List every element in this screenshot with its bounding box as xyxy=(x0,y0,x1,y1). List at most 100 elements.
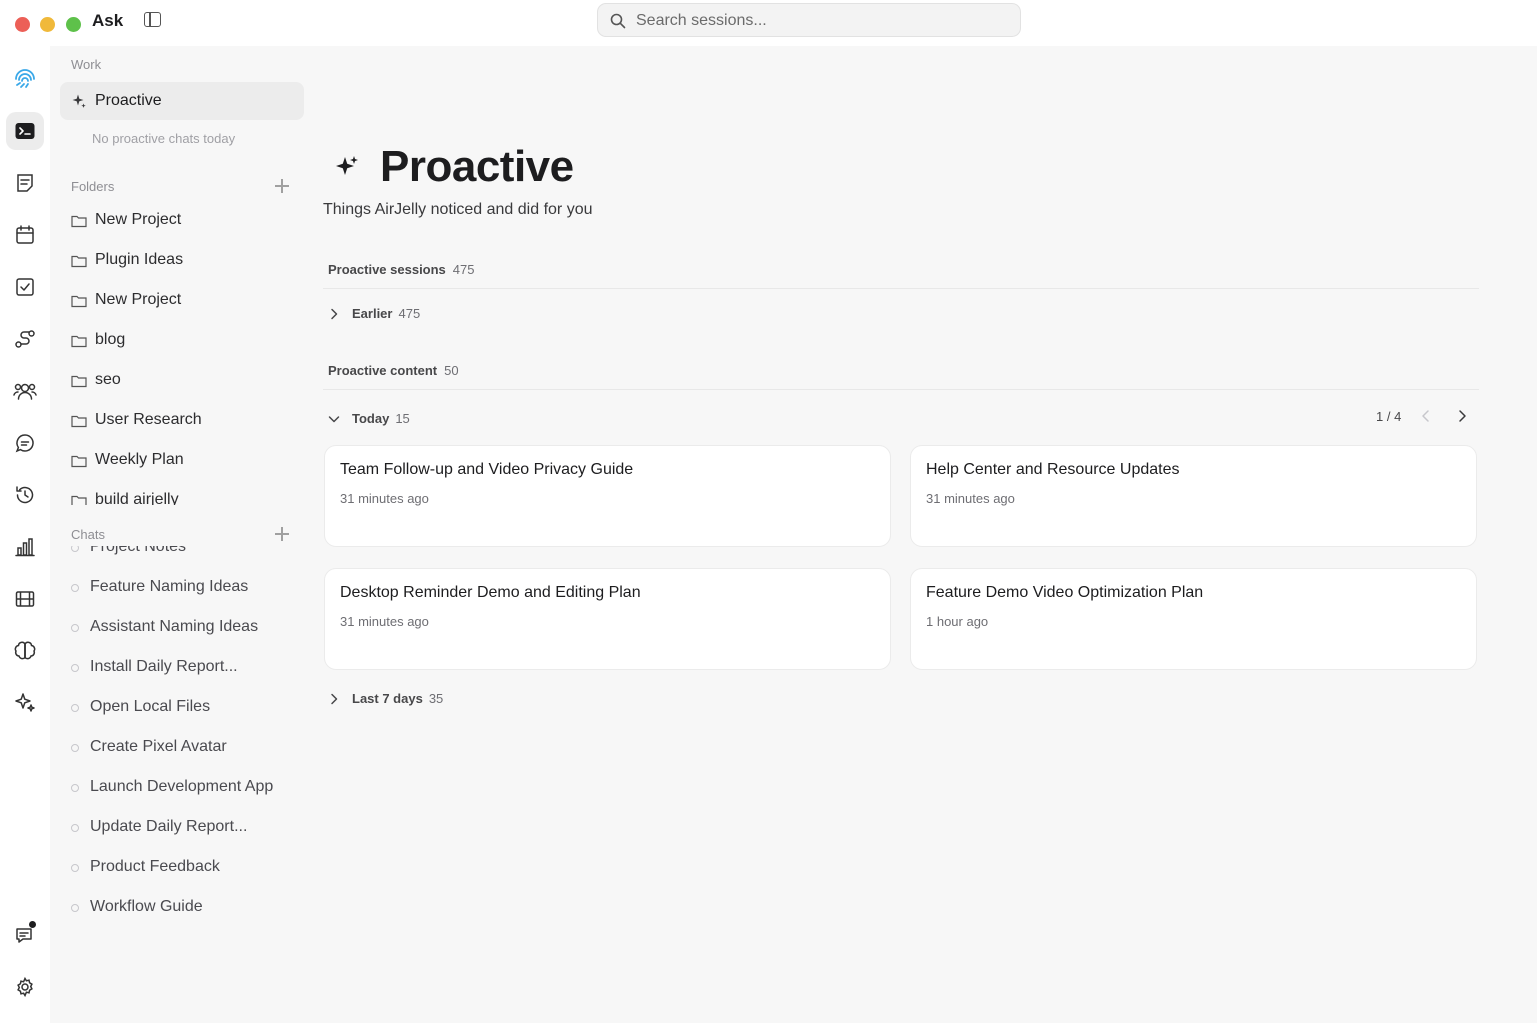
today-count: 15 xyxy=(395,411,410,426)
notes-icon[interactable] xyxy=(6,164,44,202)
checkbox-icon[interactable] xyxy=(6,268,44,306)
card-time: 31 minutes ago xyxy=(340,614,429,629)
title-bar: Ask Search sessions... xyxy=(0,0,1537,46)
route-icon[interactable] xyxy=(6,320,44,358)
chevron-right-icon[interactable] xyxy=(1454,408,1470,424)
folder-item[interactable]: seo xyxy=(60,363,304,399)
sparkle-icon xyxy=(72,94,86,108)
folder-label: blog xyxy=(95,331,126,348)
card-title: Feature Demo Video Optimization Plan xyxy=(926,584,1204,601)
today-label: Today 15 xyxy=(352,411,410,426)
chat-label: Open Local Files xyxy=(90,698,211,715)
history-icon[interactable] xyxy=(6,476,44,514)
folder-item[interactable]: Plugin Ideas xyxy=(60,243,304,279)
app-title: Ask xyxy=(92,11,124,30)
folder-label: New Project xyxy=(95,291,182,308)
work-section-label: Work xyxy=(71,57,102,72)
card-title: Team Follow-up and Video Privacy Guide xyxy=(340,461,634,478)
sidebar: Work Proactive No proactive chats today … xyxy=(50,46,312,1023)
content-card[interactable]: Feature Demo Video Optimization Plan 1 h… xyxy=(910,568,1477,670)
earlier-count: 475 xyxy=(398,306,421,321)
sidebar-toggle-icon[interactable] xyxy=(144,12,161,27)
search-icon xyxy=(610,13,626,29)
folder-icon xyxy=(71,255,87,268)
chevron-down-icon xyxy=(328,416,340,423)
folder-icon xyxy=(71,455,87,468)
folder-icon xyxy=(71,415,87,428)
content-card[interactable]: Team Follow-up and Video Privacy Guide 3… xyxy=(324,445,891,547)
chevron-left-icon[interactable] xyxy=(1418,408,1434,424)
sessions-header: Proactive sessions 475 xyxy=(328,262,475,277)
sparkle-icon[interactable] xyxy=(6,684,44,722)
gear-icon[interactable] xyxy=(6,968,44,1006)
folder-item[interactable]: New Project xyxy=(60,203,304,239)
folder-item[interactable]: blog xyxy=(60,323,304,359)
page-title: Proactive xyxy=(380,142,574,191)
search-placeholder: Search sessions... xyxy=(636,12,767,29)
card-time: 31 minutes ago xyxy=(340,491,429,506)
minimize-window-button[interactable] xyxy=(40,17,55,32)
chat-bubble-icon[interactable] xyxy=(6,424,44,462)
terminal-icon[interactable] xyxy=(6,112,44,150)
folder-item[interactable]: Weekly Plan xyxy=(60,443,304,479)
sessions-count: 475 xyxy=(452,262,475,277)
card-time: 31 minutes ago xyxy=(926,491,1015,506)
chat-item[interactable]: Feature Naming Ideas xyxy=(60,570,304,606)
search-input[interactable]: Search sessions... xyxy=(597,3,1021,37)
sparkle-icon xyxy=(336,156,358,175)
fingerprint-icon[interactable] xyxy=(6,60,44,98)
folder-label: Weekly Plan xyxy=(95,451,184,468)
chat-item[interactable]: Workflow Guide xyxy=(60,890,304,926)
earlier-label: Earlier 475 xyxy=(352,306,421,321)
page-subtitle: Things AirJelly noticed and did for you xyxy=(323,201,593,218)
folder-label: seo xyxy=(95,371,121,388)
chat-status-dot xyxy=(71,784,79,792)
chat-item[interactable]: Create Pixel Avatar xyxy=(60,730,304,766)
chat-label: Workflow Guide xyxy=(90,898,203,915)
folder-item[interactable]: User Research xyxy=(60,403,304,439)
chat-item[interactable]: Open Local Files xyxy=(60,690,304,726)
chat-status-dot xyxy=(71,824,79,832)
content-card[interactable]: Desktop Reminder Demo and Editing Plan 3… xyxy=(324,568,891,670)
folder-icon xyxy=(71,495,87,505)
chat-item[interactable]: Project Notes xyxy=(60,546,304,566)
folder-item[interactable]: New Project xyxy=(60,283,304,319)
folder-label: User Research xyxy=(95,411,202,428)
chevron-right-icon xyxy=(331,693,338,705)
film-icon[interactable] xyxy=(6,580,44,618)
close-window-button[interactable] xyxy=(15,17,30,32)
add-chat-button[interactable] xyxy=(274,526,290,542)
folder-label: build airjelly xyxy=(95,491,179,505)
chat-item[interactable]: Assistant Naming Ideas xyxy=(60,610,304,646)
folder-item[interactable]: build airjelly xyxy=(60,483,304,505)
brain-icon[interactable] xyxy=(6,632,44,670)
main-content: Proactive Things AirJelly noticed and di… xyxy=(312,46,1537,1023)
chat-item[interactable]: Product Feedback xyxy=(60,850,304,886)
content-card[interactable]: Help Center and Resource Updates 31 minu… xyxy=(910,445,1477,547)
chat-status-dot xyxy=(71,704,79,712)
folders-section-label: Folders xyxy=(71,179,115,194)
bar-chart-icon[interactable] xyxy=(6,528,44,566)
feedback-icon[interactable] xyxy=(6,916,44,954)
chat-status-dot xyxy=(71,744,79,752)
chat-status-dot xyxy=(71,864,79,872)
folder-label: New Project xyxy=(95,211,182,228)
card-title: Desktop Reminder Demo and Editing Plan xyxy=(340,584,641,601)
chats-section-label: Chats xyxy=(71,527,105,542)
chat-item[interactable]: Launch Development App xyxy=(60,770,304,806)
divider xyxy=(323,389,1479,390)
people-icon[interactable] xyxy=(6,372,44,410)
zoom-window-button[interactable] xyxy=(66,17,81,32)
add-folder-button[interactable] xyxy=(274,178,290,194)
content-count: 50 xyxy=(444,363,459,378)
calendar-icon[interactable] xyxy=(6,216,44,254)
chat-item[interactable]: Update Daily Report... xyxy=(60,810,304,846)
folder-icon xyxy=(71,215,87,228)
folder-icon xyxy=(71,335,87,348)
chat-item[interactable]: Install Daily Report... xyxy=(60,650,304,686)
last-7-days-count: 35 xyxy=(428,691,444,706)
chat-status-dot xyxy=(71,546,79,552)
card-title: Help Center and Resource Updates xyxy=(926,461,1180,478)
chat-label: Launch Development App xyxy=(90,778,274,795)
sidebar-item-proactive[interactable]: Proactive xyxy=(60,82,304,120)
